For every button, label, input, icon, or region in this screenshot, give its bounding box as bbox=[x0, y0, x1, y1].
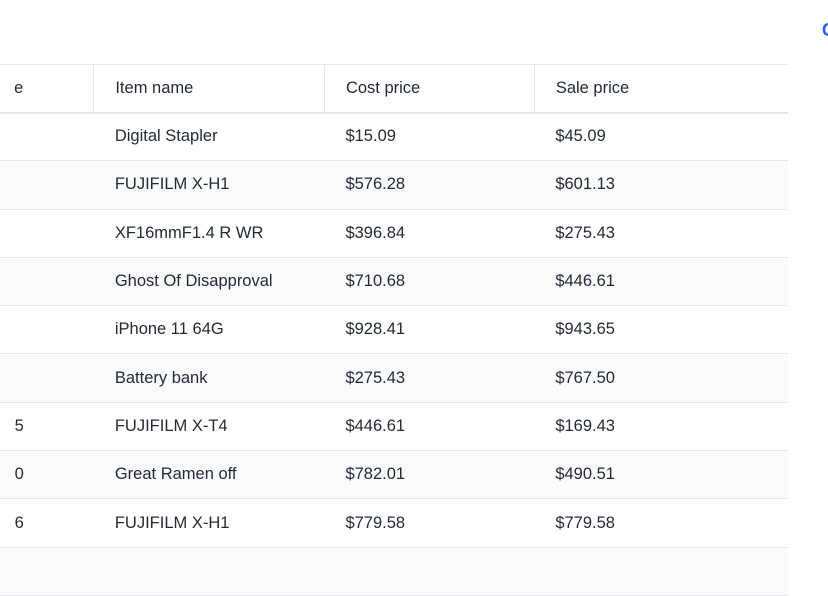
cell-sale-price: $45.09 bbox=[534, 112, 788, 162]
table-row[interactable] bbox=[0, 547, 788, 596]
table-row[interactable]: XF16mmF1.4 R WR $396.84 $275.43 bbox=[0, 209, 788, 258]
cell-sale-price: $490.51 bbox=[534, 450, 788, 500]
items-table: e Item name Cost price Sale price Digita… bbox=[0, 64, 788, 596]
table-row[interactable]: 5 FUJIFILM X-T4 $446.61 $169.43 bbox=[0, 402, 788, 452]
toolbar: C bbox=[0, 0, 828, 64]
cell-item-name: iPhone 11 64G bbox=[93, 305, 325, 355]
cell-item-name: XF16mmF1.4 R WR bbox=[93, 209, 325, 258]
cell-sale-price: $767.50 bbox=[534, 353, 788, 403]
top-action-button[interactable]: C bbox=[822, 20, 828, 41]
table-row[interactable]: iPhone 11 64G $928.41 $943.65 bbox=[0, 305, 788, 355]
cell-item-name: Battery bank bbox=[93, 353, 325, 403]
table-row[interactable]: FUJIFILM X-H1 $576.28 $601.13 bbox=[0, 160, 788, 210]
cell-sale-price: $601.13 bbox=[534, 160, 788, 210]
cell-item-name: Great Ramen off bbox=[93, 450, 325, 500]
cell-item-name: Ghost Of Disapproval bbox=[93, 257, 325, 307]
cell-item-name: Digital Stapler bbox=[93, 112, 325, 162]
cell-item-name: FUJIFILM X-H1 bbox=[93, 160, 325, 210]
column-header-item-name[interactable]: Item name bbox=[93, 64, 325, 114]
table-row[interactable]: 0 Great Ramen off $782.01 $490.51 bbox=[0, 450, 788, 500]
cell-item-name bbox=[93, 547, 325, 596]
cell-code: 6 bbox=[0, 498, 94, 548]
cell-code: 5 bbox=[0, 402, 94, 452]
cell-code bbox=[0, 112, 94, 162]
table-header-row: e Item name Cost price Sale price bbox=[0, 64, 788, 114]
cell-sale-price: $169.43 bbox=[534, 402, 788, 452]
cell-cost-price bbox=[324, 547, 535, 596]
cell-sale-price: $779.58 bbox=[534, 498, 788, 548]
cell-code bbox=[0, 353, 94, 403]
table-row[interactable]: 6 FUJIFILM X-H1 $779.58 $779.58 bbox=[0, 498, 788, 548]
cell-item-name: FUJIFILM X-H1 bbox=[93, 498, 325, 548]
cell-sale-price: $275.43 bbox=[534, 209, 788, 258]
cell-code bbox=[0, 305, 94, 355]
cell-code bbox=[0, 257, 94, 307]
cell-cost-price: $710.68 bbox=[324, 257, 535, 307]
column-header-sale-price[interactable]: Sale price bbox=[533, 64, 788, 114]
cell-cost-price: $576.28 bbox=[324, 160, 535, 210]
cell-cost-price: $782.01 bbox=[324, 450, 535, 500]
cell-cost-price: $928.41 bbox=[324, 305, 535, 355]
cell-code bbox=[0, 160, 94, 210]
cell-sale-price: $943.65 bbox=[534, 305, 788, 355]
table-row[interactable]: Digital Stapler $15.09 $45.09 bbox=[0, 112, 788, 162]
cell-cost-price: $15.09 bbox=[324, 112, 535, 162]
cell-sale-price: $446.61 bbox=[534, 257, 788, 307]
column-header-cost-price[interactable]: Cost price bbox=[323, 64, 535, 114]
table-row[interactable]: Ghost Of Disapproval $710.68 $446.61 bbox=[0, 257, 788, 307]
cell-cost-price: $275.43 bbox=[324, 353, 535, 403]
cell-cost-price: $779.58 bbox=[324, 498, 535, 548]
cell-code bbox=[0, 547, 94, 596]
cell-code: 0 bbox=[0, 450, 94, 500]
cell-cost-price: $396.84 bbox=[324, 209, 535, 258]
cell-sale-price bbox=[534, 547, 788, 596]
cell-code bbox=[0, 209, 94, 258]
table-row[interactable]: Battery bank $275.43 $767.50 bbox=[0, 353, 788, 403]
column-header-code[interactable]: e bbox=[0, 64, 94, 114]
cell-item-name: FUJIFILM X-T4 bbox=[93, 402, 325, 452]
cell-cost-price: $446.61 bbox=[324, 402, 535, 452]
